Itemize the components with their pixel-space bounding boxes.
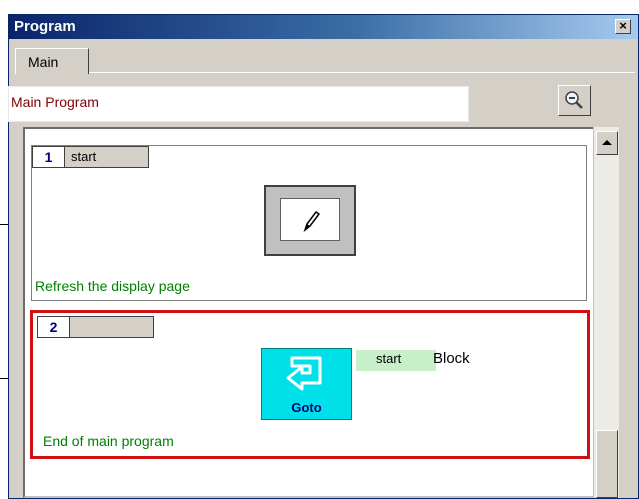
goto-target-type: Block xyxy=(433,350,470,367)
program-title: Main Program xyxy=(11,94,99,110)
action-frame xyxy=(280,198,340,241)
goto-caption: Goto xyxy=(291,400,322,415)
goto-icon xyxy=(286,356,322,391)
block-header[interactable]: 1 start xyxy=(32,146,149,168)
goto-target-text: start xyxy=(376,351,402,366)
title-bar[interactable]: Program × xyxy=(9,15,638,39)
block-comment: End of main program xyxy=(43,433,174,449)
block-header[interactable]: 2 xyxy=(37,316,154,338)
scroll-up-button[interactable] xyxy=(596,131,618,155)
vertical-scrollbar[interactable] xyxy=(593,127,619,498)
close-icon: × xyxy=(619,18,627,33)
program-window: Program × Main Main Program 1 start Refr… xyxy=(8,14,639,499)
tab-divider xyxy=(15,72,635,73)
goto-target-label: start xyxy=(356,350,436,371)
zoom-out-icon xyxy=(565,91,583,109)
close-button[interactable]: × xyxy=(615,19,631,34)
block-comment: Refresh the display page xyxy=(35,278,190,294)
program-header: Main Program xyxy=(8,86,469,122)
scroll-thumb[interactable] xyxy=(596,430,618,498)
program-block-selected[interactable]: 2 Goto start Block End of main program xyxy=(30,310,590,459)
tab-label: Main xyxy=(28,54,59,70)
goto-button[interactable]: Goto xyxy=(261,348,352,420)
block-number: 1 xyxy=(33,147,65,167)
action-button[interactable] xyxy=(264,185,356,256)
zoom-out-button[interactable] xyxy=(558,85,591,116)
block-number: 2 xyxy=(38,317,70,337)
up-arrow-icon xyxy=(602,140,612,145)
block-label: start xyxy=(71,149,97,164)
window-title: Program xyxy=(14,18,76,35)
pencil-icon xyxy=(303,210,321,233)
program-block[interactable]: 1 start Refresh the display page xyxy=(31,145,587,301)
tab-main[interactable]: Main xyxy=(15,48,89,74)
